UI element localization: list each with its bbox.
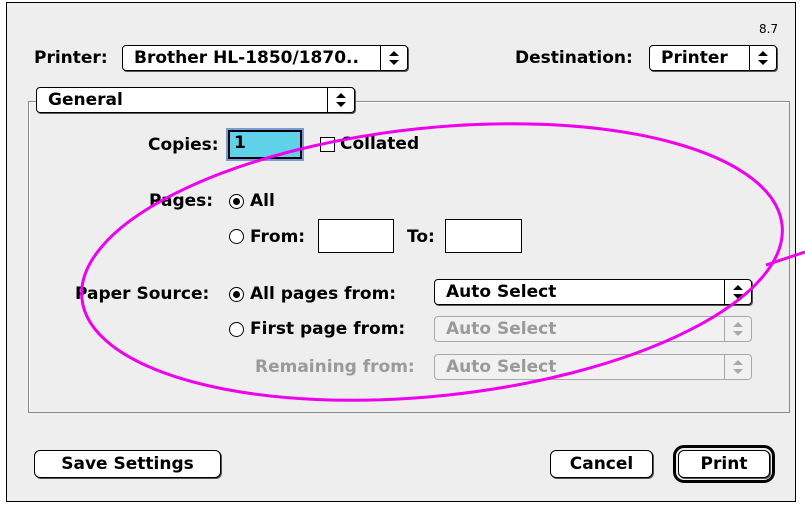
all-pages-from-label: All pages from: — [250, 284, 397, 304]
printer-label: Printer: — [34, 48, 108, 68]
first-page-from-radio[interactable] — [229, 322, 244, 337]
pages-from-field[interactable] — [318, 219, 394, 253]
save-settings-button[interactable]: Save Settings — [34, 450, 221, 478]
cancel-button[interactable]: Cancel — [550, 450, 653, 478]
first-page-from-label: First page from: — [250, 319, 406, 339]
pages-all-label: All — [250, 191, 275, 211]
print-button[interactable]: Print — [673, 445, 775, 483]
up-down-arrows-icon — [749, 46, 776, 70]
copies-field[interactable]: 1 — [228, 130, 302, 159]
panel-menu-value: General — [48, 90, 123, 110]
version-label: 8.7 — [759, 22, 779, 36]
panel-menu-popup[interactable]: General — [36, 87, 355, 113]
paper-source-label: Paper Source: — [75, 284, 210, 304]
first-page-from-value: Auto Select — [446, 319, 557, 339]
remaining-from-popup[interactable]: Auto Select — [434, 354, 752, 380]
copies-value: 1 — [234, 133, 246, 153]
destination-popup-value: Printer — [661, 48, 728, 68]
destination-popup[interactable]: Printer — [649, 45, 777, 71]
printer-popup[interactable]: Brother HL-1850/1870.. — [122, 45, 408, 71]
pages-from-radio[interactable] — [229, 229, 244, 244]
printer-popup-value: Brother HL-1850/1870.. — [134, 48, 359, 68]
first-page-from-popup[interactable]: Auto Select — [434, 316, 752, 342]
up-down-arrows-icon — [380, 46, 407, 70]
pages-to-field[interactable] — [445, 219, 522, 253]
destination-label: Destination: — [515, 48, 633, 68]
pages-to-label: To: — [407, 227, 435, 247]
remaining-from-value: Auto Select — [446, 357, 557, 377]
all-pages-from-value: Auto Select — [446, 282, 557, 302]
collated-checkbox[interactable] — [320, 137, 335, 152]
print-dialog: 8.7 Printer: Brother HL-1850/1870.. Dest… — [6, 2, 796, 502]
pages-label: Pages: — [149, 191, 214, 211]
remaining-from-label: Remaining from: — [255, 357, 415, 377]
up-down-arrows-icon — [327, 88, 354, 112]
copies-label: Copies: — [148, 135, 219, 155]
pages-from-label: From: — [250, 227, 306, 247]
collated-label: Collated — [340, 134, 420, 154]
up-down-arrows-icon — [724, 280, 751, 304]
all-pages-from-radio[interactable] — [229, 287, 244, 302]
up-down-arrows-icon — [724, 355, 751, 379]
pages-all-radio[interactable] — [229, 194, 244, 209]
up-down-arrows-icon — [724, 317, 751, 341]
all-pages-from-popup[interactable]: Auto Select — [434, 279, 752, 305]
